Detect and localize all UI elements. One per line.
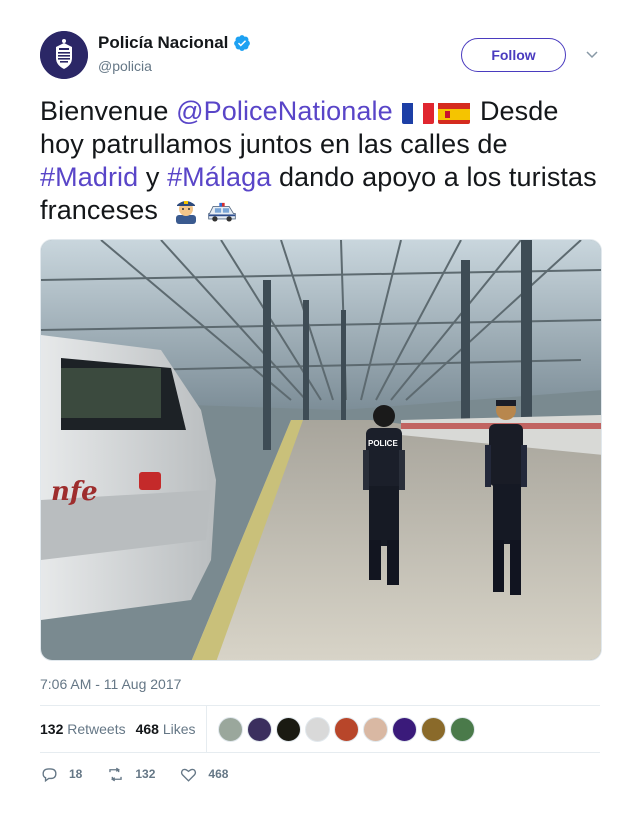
follow-button[interactable]: Follow [461, 38, 566, 72]
retweet-count: 132 [135, 767, 156, 781]
divider [40, 752, 600, 753]
mention-link[interactable]: @PoliceNationale [176, 96, 393, 126]
handle[interactable]: @policia [98, 58, 251, 74]
retweets-label: Retweets [67, 721, 126, 737]
reply-button[interactable]: 18 [40, 765, 82, 784]
police-officer-emoji-icon [175, 201, 196, 224]
reply-icon [42, 767, 57, 782]
flag-france-icon [402, 101, 435, 124]
retweet-button[interactable]: 132 [106, 765, 155, 784]
train-station-photo: nfe POLICE [41, 240, 601, 660]
like-button[interactable]: 468 [179, 765, 228, 784]
tweet-text-segment: Bienvenue [40, 96, 177, 126]
liker-avatar[interactable] [421, 717, 446, 742]
retweets-stat[interactable]: 132 Retweets [40, 721, 126, 737]
engagement-stats: 132 Retweets 468 Likes [40, 706, 600, 752]
tweet-photo[interactable]: nfe POLICE [40, 239, 602, 661]
verified-badge-icon [234, 35, 251, 51]
police-car-emoji-icon [207, 202, 236, 222]
likes-label: Likes [162, 721, 196, 737]
hashtag-link[interactable]: #Madrid [40, 162, 138, 192]
liker-avatar[interactable] [392, 717, 417, 742]
liker-avatar[interactable] [218, 717, 243, 742]
police-crest-icon [40, 31, 88, 79]
liker-avatar[interactable] [334, 717, 359, 742]
display-name[interactable]: Policía Nacional [98, 33, 251, 53]
stats-separator [206, 706, 207, 752]
tweet-text-segment: y [138, 162, 168, 192]
liker-avatars [218, 717, 479, 742]
display-name-text[interactable]: Policía Nacional [98, 33, 228, 53]
tweet-actions: 18 132 468 [40, 762, 600, 786]
liker-avatar[interactable] [305, 717, 330, 742]
tweet-timestamp[interactable]: 7:06 AM - 11 Aug 2017 [40, 676, 181, 692]
likes-count: 468 [135, 721, 159, 737]
like-count: 468 [208, 767, 229, 781]
reply-count: 18 [69, 767, 83, 781]
flag-spain-icon [438, 101, 471, 124]
avatar[interactable] [40, 31, 88, 79]
heart-icon [181, 768, 197, 782]
liker-avatar[interactable] [363, 717, 388, 742]
account-info: Policía Nacional @policia [98, 33, 251, 74]
tweet-header: Policía Nacional @policia Follow [40, 31, 600, 81]
train-logo-text: nfe [51, 477, 98, 507]
chevron-down-icon[interactable] [585, 47, 599, 61]
retweets-count: 132 [40, 721, 64, 737]
likes-stat[interactable]: 468 Likes [136, 721, 196, 737]
liker-avatar[interactable] [247, 717, 272, 742]
vest-text: POLICE [368, 439, 398, 448]
retweet-icon [109, 767, 123, 781]
liker-avatar[interactable] [450, 717, 475, 742]
tweet-text: Bienvenue @PoliceNationale Desde hoy pat… [40, 95, 600, 227]
hashtag-link[interactable]: #Málaga [167, 162, 271, 192]
liker-avatar[interactable] [276, 717, 301, 742]
